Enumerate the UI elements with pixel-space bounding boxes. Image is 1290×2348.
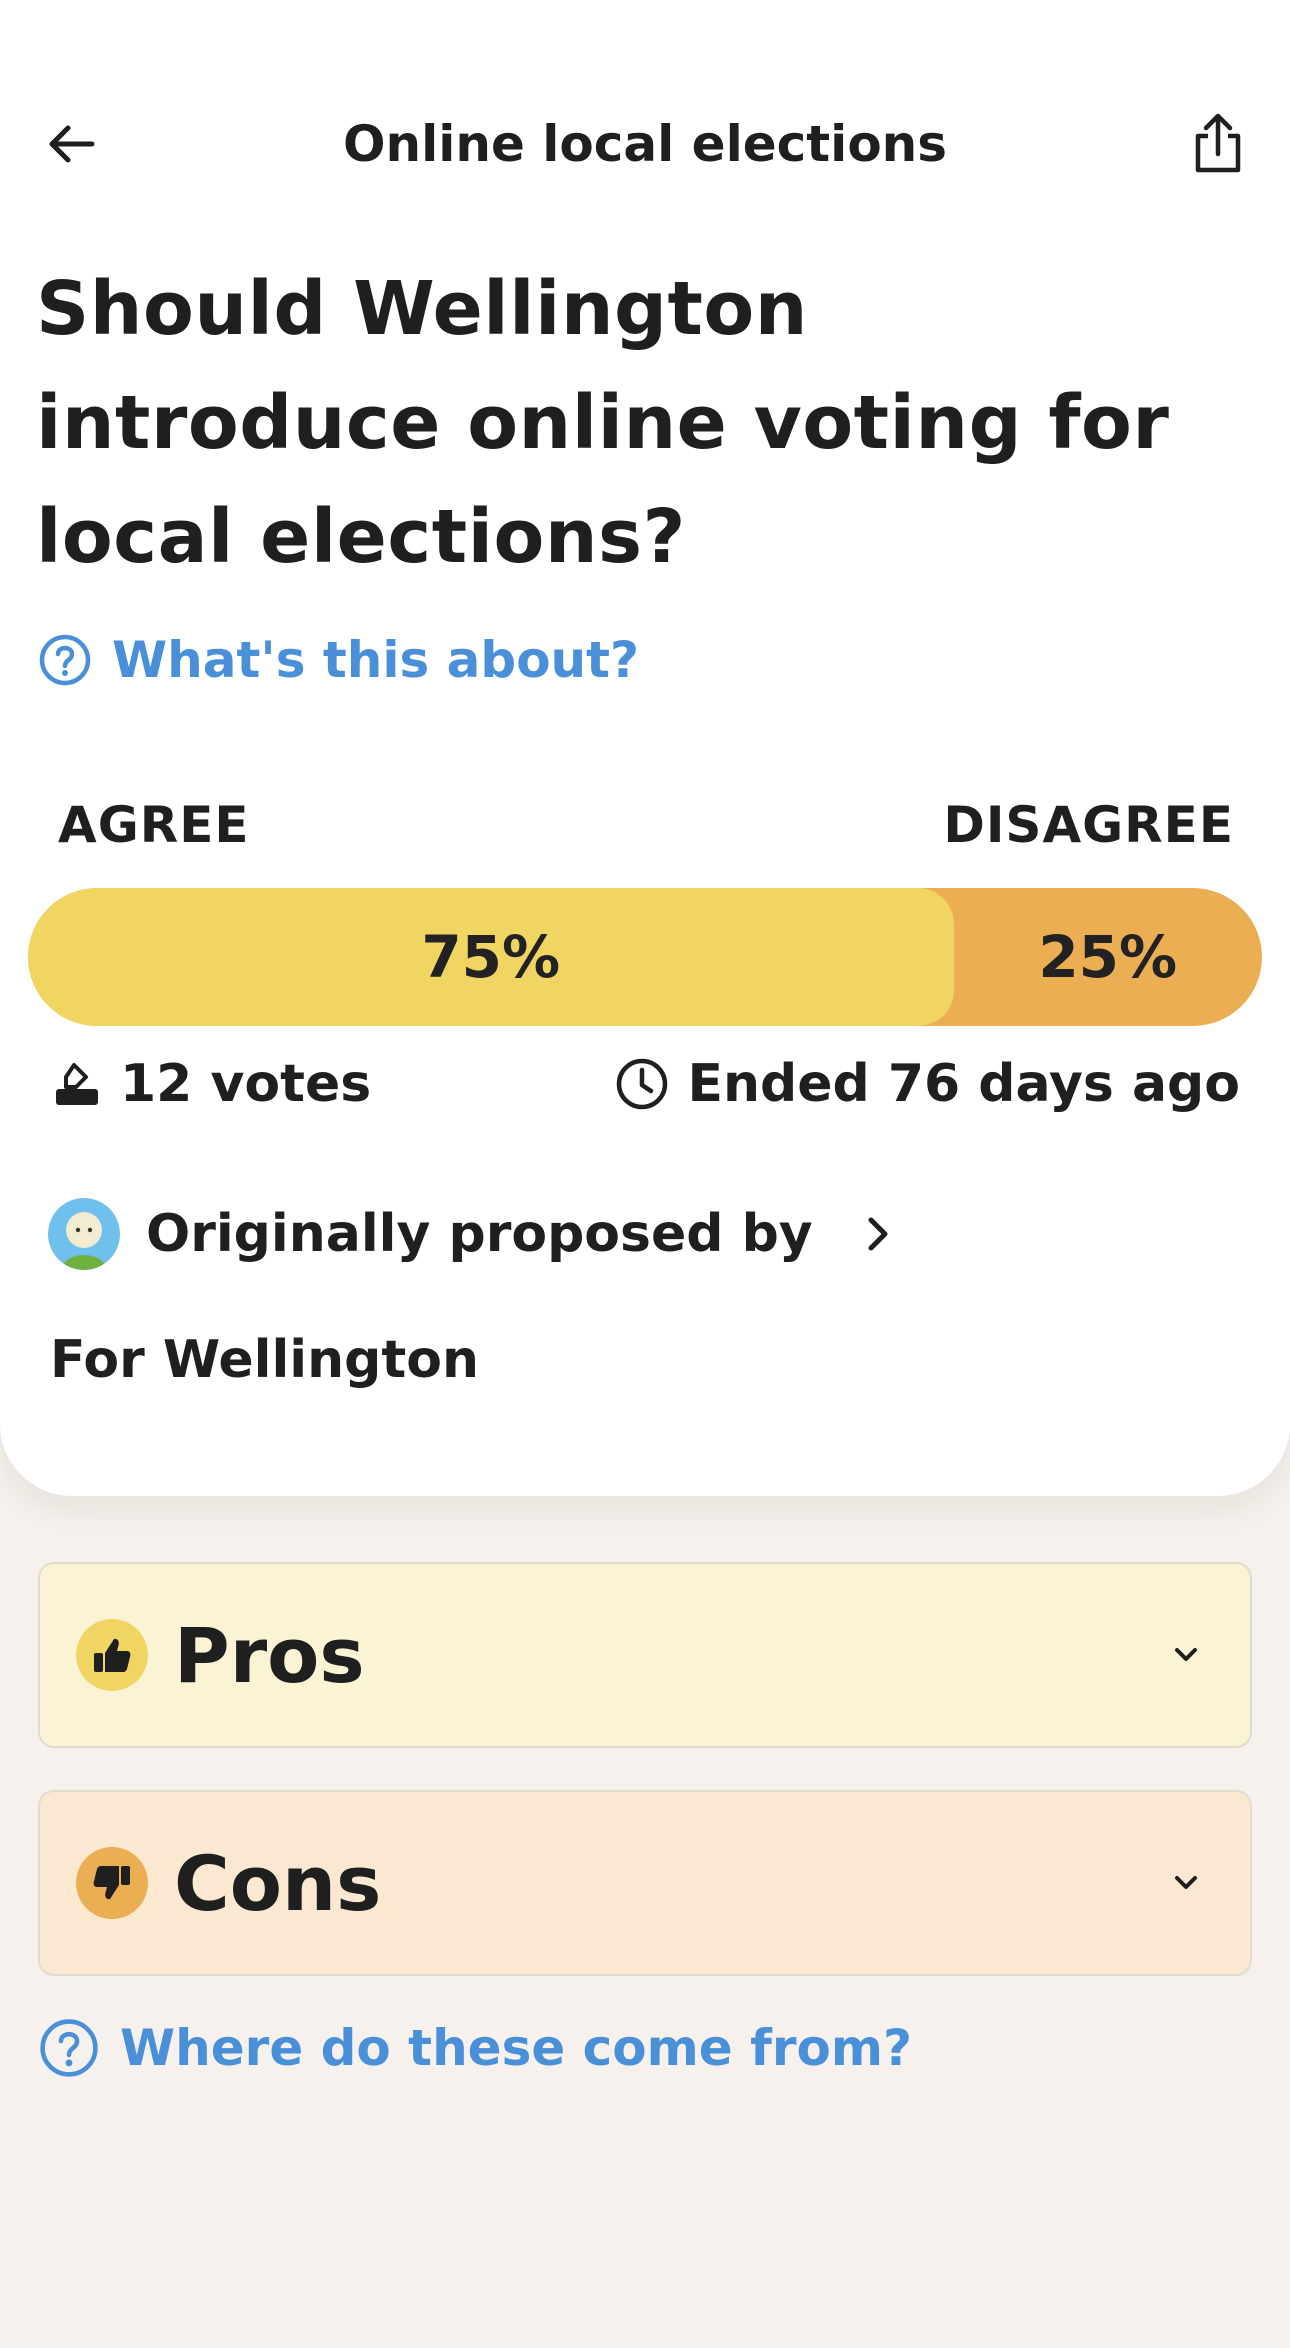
pros-label: Pros — [174, 1610, 365, 1700]
proposed-by-label: Originally proposed by — [146, 1204, 813, 1264]
page-title: Online local elections — [342, 115, 948, 173]
vote-count: 12 votes — [52, 1054, 371, 1114]
disagree-label: DISAGREE — [943, 796, 1234, 854]
cons-accordion[interactable]: Cons — [38, 1790, 1252, 1976]
agree-label: AGREE — [58, 796, 250, 854]
where-do-these-come-from-link[interactable]: Where do these come from? — [38, 2016, 912, 2080]
back-button[interactable] — [36, 108, 108, 180]
whats-this-about-label: What's this about? — [112, 631, 640, 689]
chevron-right-icon — [868, 1217, 888, 1251]
ended-status: Ended 76 days ago — [615, 1054, 1240, 1114]
chevron-down-icon — [1166, 1863, 1206, 1903]
question-title: Should Wellington introduce online votin… — [36, 266, 1170, 580]
share-button[interactable] — [1182, 108, 1254, 180]
cons-label: Cons — [174, 1838, 382, 1928]
ballot-icon — [56, 1063, 98, 1105]
share-icon — [1195, 113, 1241, 173]
question-card: Online local elections Should Wellington… — [0, 0, 1290, 1496]
question-circle-icon — [39, 634, 91, 686]
question-circle-icon — [40, 2019, 98, 2077]
pros-accordion[interactable]: Pros — [38, 1562, 1252, 1748]
vote-count-text: 12 votes — [120, 1054, 372, 1114]
top-bar: Online local elections — [0, 96, 1290, 192]
chevron-down-icon — [1166, 1635, 1206, 1675]
thumbs-down-icon — [76, 1847, 148, 1919]
where-do-these-come-from-label: Where do these come from? — [120, 2019, 912, 2077]
vote-result-bar[interactable]: 75% 25% — [28, 888, 1262, 1026]
proposer-name: For Wellington — [50, 1330, 479, 1390]
clock-icon — [617, 1058, 668, 1110]
agree-percent: 75% — [421, 923, 561, 991]
originally-proposed-by-link[interactable]: Originally proposed by — [48, 1196, 893, 1272]
avatar — [48, 1198, 120, 1270]
disagree-fill: 25% — [954, 888, 1263, 1026]
arrow-left-icon — [49, 125, 95, 163]
ended-text: Ended 76 days ago — [687, 1054, 1240, 1114]
whats-this-about-link[interactable]: What's this about? — [38, 628, 639, 692]
disagree-percent: 25% — [1038, 923, 1178, 991]
agree-fill: 75% — [28, 888, 954, 1026]
thumbs-up-icon — [76, 1619, 148, 1691]
